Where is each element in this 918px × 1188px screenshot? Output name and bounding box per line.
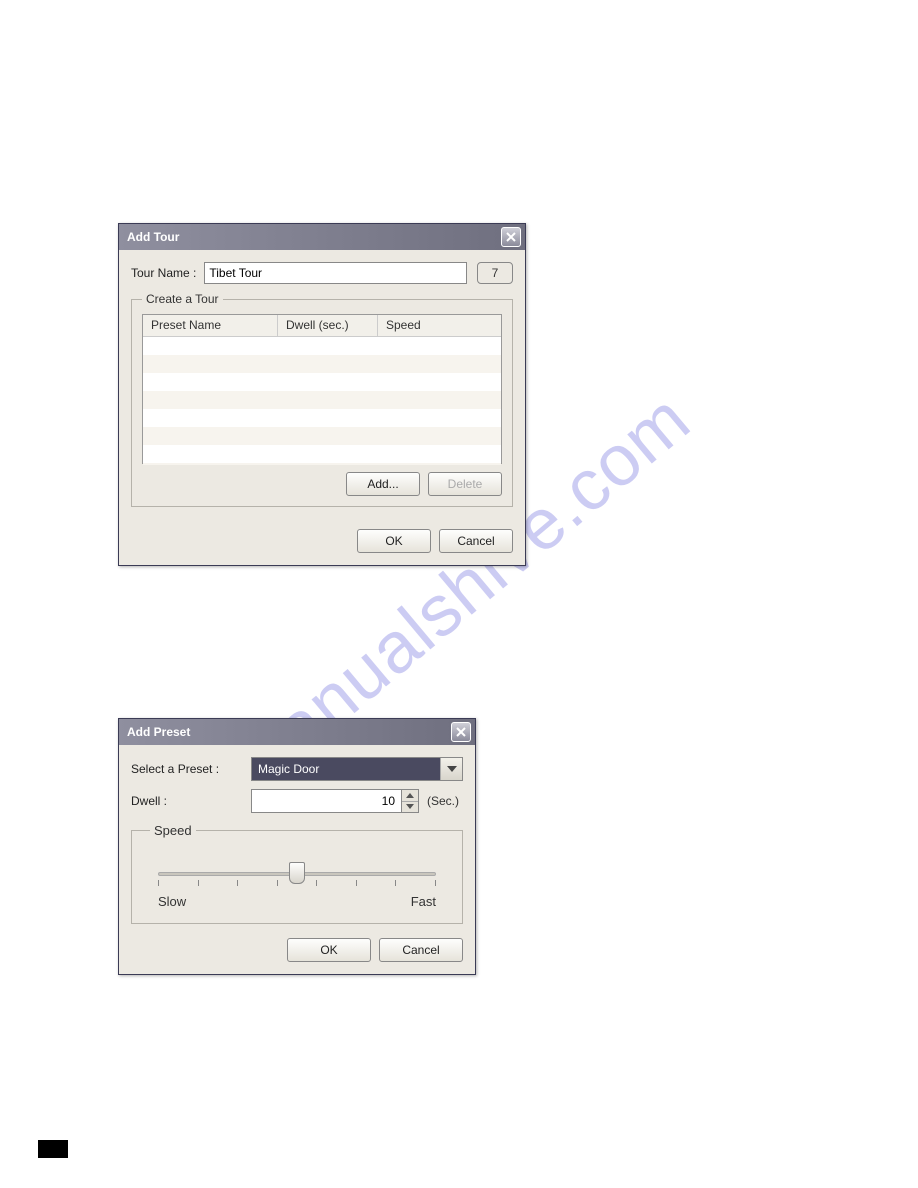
create-tour-legend: Create a Tour xyxy=(142,292,223,306)
dwell-input[interactable] xyxy=(251,789,401,813)
cancel-button[interactable]: Cancel xyxy=(439,529,513,553)
tour-name-input[interactable] xyxy=(204,262,467,284)
add-tour-dialog: Add Tour Tour Name : 7 Create a Tour Pre… xyxy=(118,223,526,566)
dwell-spinner-buttons xyxy=(401,789,419,813)
add-tour-body: Tour Name : 7 Create a Tour Preset Name … xyxy=(119,250,525,529)
chevron-down-icon[interactable] xyxy=(440,758,462,780)
ok-button[interactable]: OK xyxy=(357,529,431,553)
add-tour-titlebar: Add Tour xyxy=(119,224,525,250)
add-button[interactable]: Add... xyxy=(346,472,420,496)
ok-button[interactable]: OK xyxy=(287,938,371,962)
add-tour-title: Add Tour xyxy=(127,230,179,244)
fast-label: Fast xyxy=(411,894,436,909)
add-preset-titlebar: Add Preset xyxy=(119,719,475,745)
select-preset-label: Select a Preset : xyxy=(131,762,243,776)
spinner-down-icon[interactable] xyxy=(402,802,418,813)
speed-legend: Speed xyxy=(150,823,196,838)
tour-name-label: Tour Name : xyxy=(131,266,196,280)
dwell-spinner xyxy=(251,789,419,813)
preset-grid[interactable]: Preset Name Dwell (sec.) Speed xyxy=(142,314,502,464)
tour-name-row: Tour Name : 7 xyxy=(131,262,513,284)
cancel-button[interactable]: Cancel xyxy=(379,938,463,962)
spinner-up-icon[interactable] xyxy=(402,790,418,802)
dwell-label: Dwell : xyxy=(131,794,243,808)
grid-header: Preset Name Dwell (sec.) Speed xyxy=(143,315,501,337)
dwell-unit: (Sec.) xyxy=(427,794,459,808)
add-preset-body: Select a Preset : Magic Door Dwell : (Se… xyxy=(119,745,475,974)
grid-button-row: Add... Delete xyxy=(142,472,502,496)
slow-label: Slow xyxy=(158,894,186,909)
dwell-row: Dwell : (Sec.) xyxy=(131,789,463,813)
speed-slider[interactable] xyxy=(158,858,436,888)
close-icon[interactable] xyxy=(451,722,471,742)
add-preset-dialog: Add Preset Select a Preset : Magic Door … xyxy=(118,718,476,975)
col-preset-name[interactable]: Preset Name xyxy=(143,315,278,336)
add-preset-title: Add Preset xyxy=(127,725,190,739)
grid-rows[interactable] xyxy=(143,337,501,465)
add-preset-footer: OK Cancel xyxy=(131,938,463,962)
add-tour-footer: OK Cancel xyxy=(119,529,525,565)
slider-labels: Slow Fast xyxy=(158,894,436,909)
col-speed[interactable]: Speed xyxy=(378,315,501,336)
page-number-box xyxy=(38,1140,68,1158)
slider-thumb[interactable] xyxy=(289,862,305,884)
speed-group: Speed Slow Fast xyxy=(131,823,463,924)
preset-select-value: Magic Door xyxy=(252,758,440,780)
delete-button: Delete xyxy=(428,472,502,496)
preset-select[interactable]: Magic Door xyxy=(251,757,463,781)
select-preset-row: Select a Preset : Magic Door xyxy=(131,757,463,781)
create-tour-group: Create a Tour Preset Name Dwell (sec.) S… xyxy=(131,292,513,507)
col-dwell[interactable]: Dwell (sec.) xyxy=(278,315,378,336)
tour-number-box: 7 xyxy=(477,262,513,284)
close-icon[interactable] xyxy=(501,227,521,247)
